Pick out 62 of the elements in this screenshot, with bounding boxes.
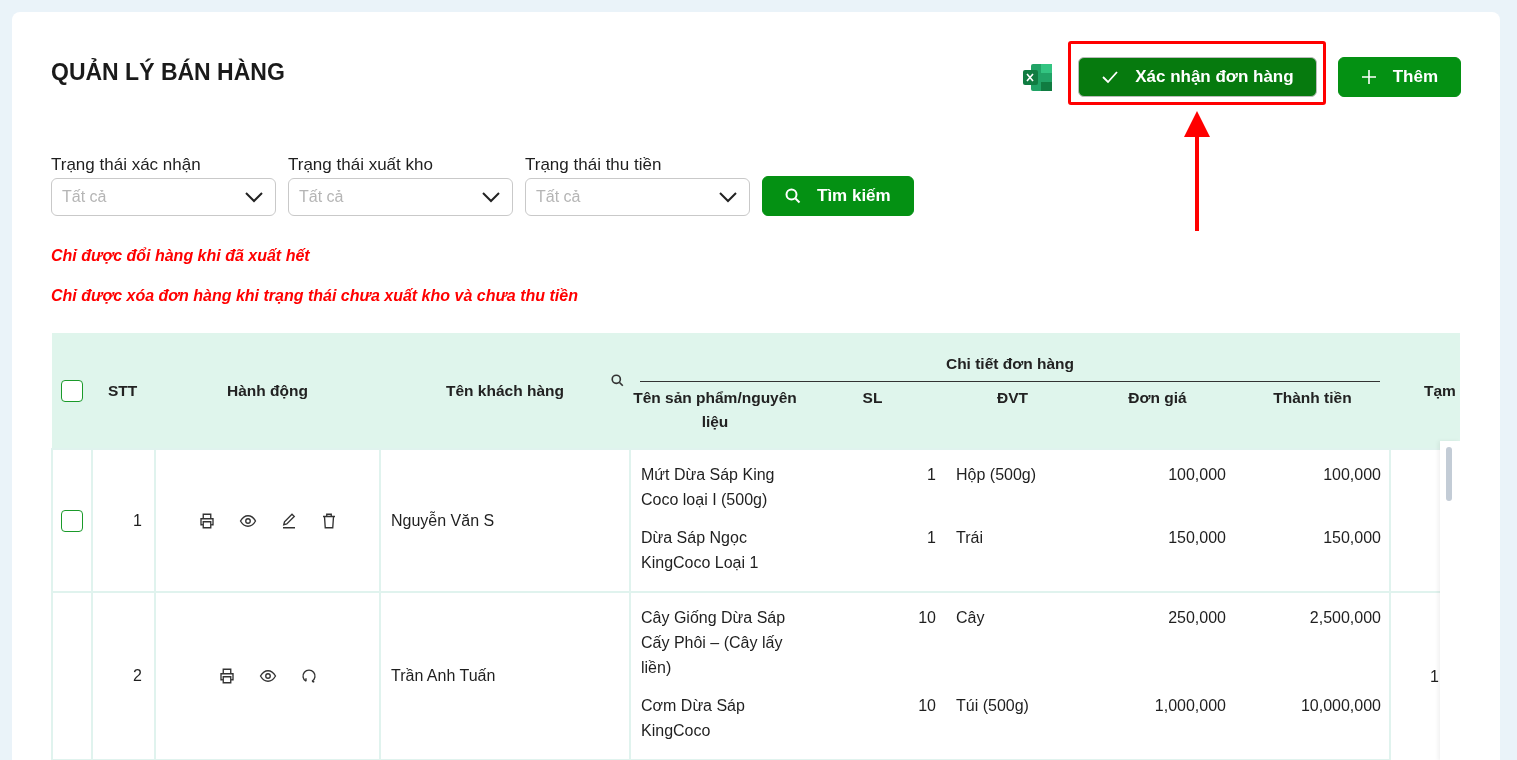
table-cell-text: Hộp (500g) — [955, 465, 1038, 485]
chevron-down-icon — [245, 191, 263, 203]
table-cell-text: 1,000,000 — [1153, 696, 1227, 716]
filter-label: Trạng thái xuất kho — [288, 155, 434, 175]
table-cell: Nguyễn Văn S — [380, 449, 630, 592]
table-cell-text: Dừa Sáp Ngọc KingCoco Loại 1 — [640, 528, 760, 573]
status-dropdown[interactable]: Tất cả — [288, 178, 513, 216]
chevron-down-icon — [719, 191, 737, 203]
select-all-checkbox[interactable] — [61, 379, 83, 402]
table-cell: Trần Anh Tuấn — [380, 592, 630, 760]
column-header: Tên sản phẩm/nguyên liệu — [630, 382, 800, 449]
column-header: STT — [108, 381, 138, 400]
table-cell-text: 2,500,000 — [1308, 608, 1382, 628]
filter-label: Trạng thái thu tiền — [525, 155, 663, 175]
status-dropdown[interactable]: Tất cả — [525, 178, 750, 216]
table-cell-text: 10 — [917, 696, 937, 716]
table-cell-text: Mứt Dừa Sáp King Coco loại I (500g) — [640, 465, 776, 510]
eye-icon[interactable] — [257, 667, 278, 685]
table-cell-text: Trái — [955, 528, 984, 548]
table-cell-text: 1 — [926, 528, 937, 548]
plus-icon — [1360, 69, 1377, 85]
row-checkbox[interactable] — [61, 509, 83, 532]
search-icon — [785, 188, 801, 204]
printer-icon[interactable] — [217, 667, 236, 685]
status-dropdown[interactable]: Tất cả — [51, 178, 276, 216]
column-group-header: Chi tiết đơn hàng — [630, 333, 1390, 382]
table-cell-text: 100,000 — [1167, 465, 1227, 485]
table-cell-text: 10,000,000 — [1299, 696, 1382, 716]
table-cell-text: Cơm Dừa Sáp KingCoco — [640, 696, 746, 741]
scrollbar[interactable] — [1440, 441, 1460, 760]
table-cell-text: 1 — [926, 465, 937, 485]
column-header: Tạm — [1390, 333, 1460, 449]
table-cell-text: Cây Giống Dừa Sáp Cấy Phôi – (Cây lấy liền) — [640, 608, 787, 678]
table-cell-text: 100,000 — [1322, 465, 1382, 485]
table-cell-text: 250,000 — [1167, 608, 1227, 628]
column-header: Thành tiền — [1235, 382, 1390, 449]
column-header: ĐVT — [945, 382, 1080, 449]
filter-label: Trạng thái xác nhận — [51, 155, 202, 175]
confirm-button[interactable]: Xác nhận đơn hàng — [1078, 57, 1317, 97]
page-title: QUẢN LÝ BÁN HÀNG — [51, 58, 286, 86]
search-icon[interactable] — [611, 373, 624, 387]
table-cell-text: Túi (500g) — [955, 696, 1030, 716]
add-button[interactable]: Thêm — [1337, 57, 1461, 97]
table-cell-text: Cây — [955, 608, 986, 628]
table-cell: 1 — [92, 449, 155, 592]
warning-note: Chỉ được xóa đơn hàng khi trạng thái chưa xuất kho và chưa thu tiền — [51, 286, 579, 306]
check-icon — [1101, 69, 1120, 85]
column-header: SL — [800, 382, 945, 449]
table-cell-text: 10 — [917, 608, 937, 628]
table-cell-text: 150,000 — [1167, 528, 1227, 548]
spreadsheet-icon[interactable] — [1023, 63, 1053, 91]
warning-note: Chỉ được đổi hàng khi đã xuất hết — [51, 246, 311, 266]
table-cell: 1 — [1430, 667, 1439, 685]
printer-icon[interactable] — [197, 511, 216, 530]
column-header: Hành động — [227, 381, 308, 400]
search-button[interactable]: Tìm kiếm — [762, 176, 914, 216]
table-cell: 2 — [92, 592, 155, 760]
chevron-down-icon — [482, 191, 500, 203]
column-header: Tên khách hàng — [446, 381, 564, 400]
column-header: Đơn giá — [1080, 382, 1235, 449]
refresh-icon[interactable] — [299, 667, 318, 685]
table-cell-text: 150,000 — [1322, 528, 1382, 548]
